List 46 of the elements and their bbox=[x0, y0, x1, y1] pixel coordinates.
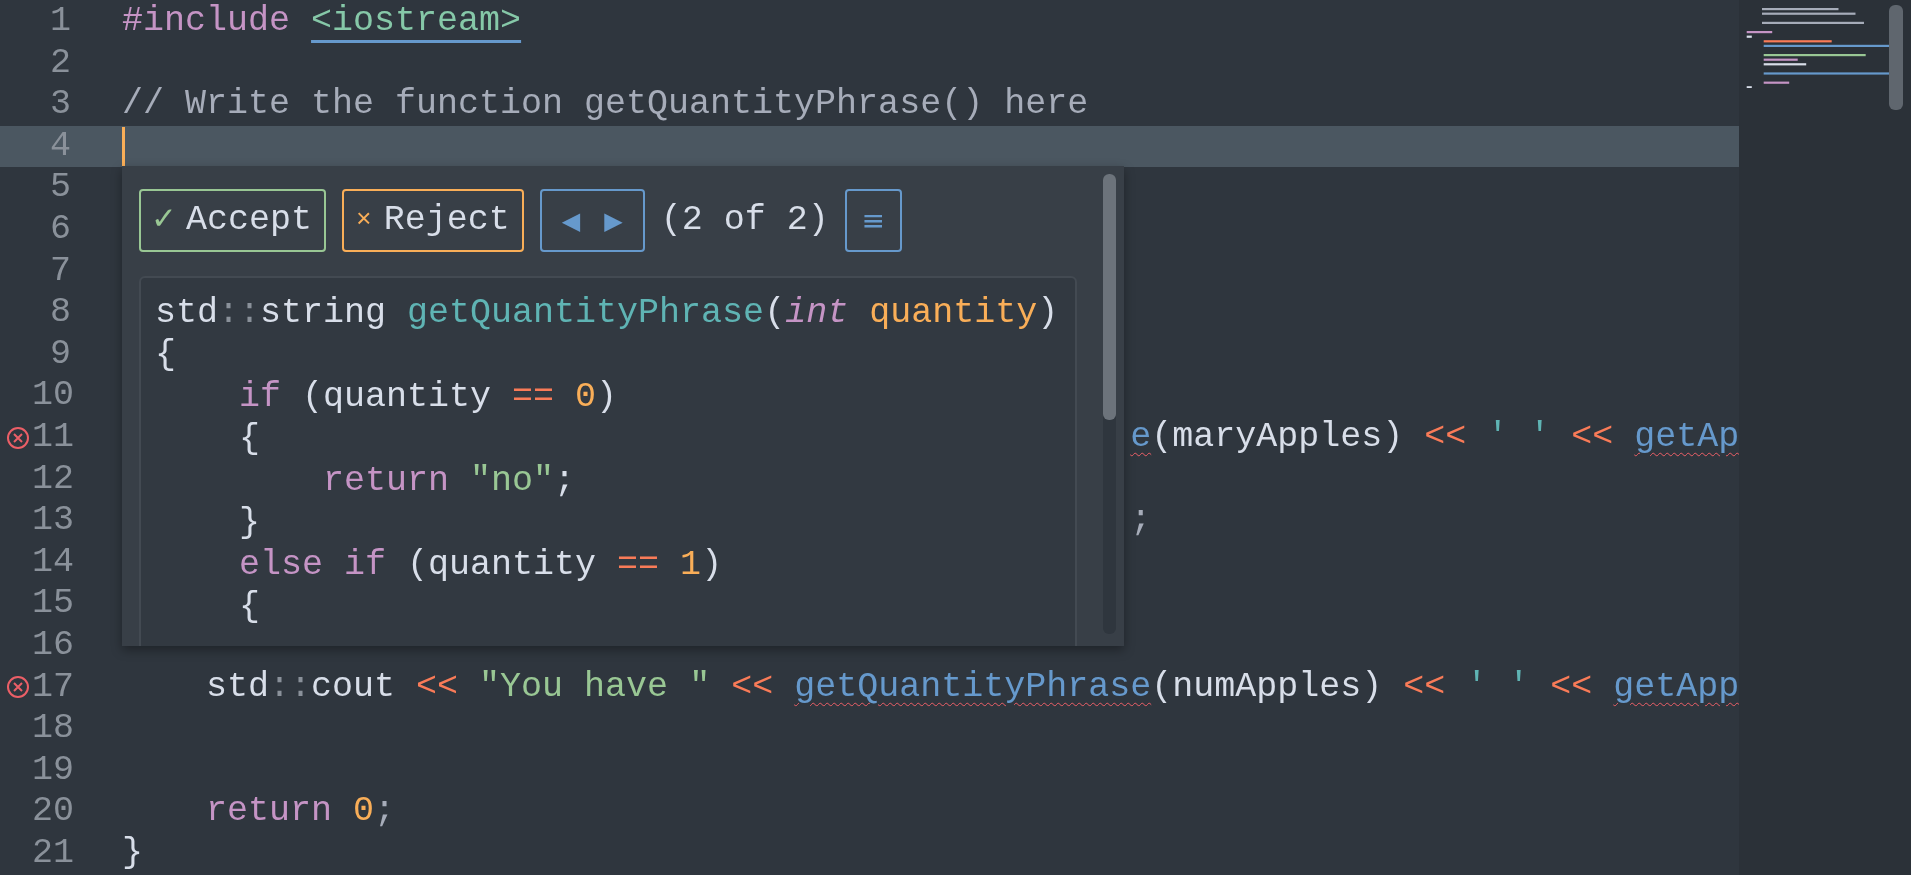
scrollbar-thumb[interactable] bbox=[1889, 5, 1903, 110]
line-number: 3 bbox=[49, 84, 71, 126]
code-line: else if (quantity == 1) bbox=[239, 544, 723, 586]
line-number: 21 bbox=[32, 832, 71, 875]
line-number: 5 bbox=[49, 167, 71, 209]
code-line: { bbox=[239, 418, 261, 460]
line-number: 6 bbox=[49, 208, 71, 251]
line-number: 11 bbox=[32, 416, 71, 459]
code-line: } bbox=[239, 502, 261, 544]
line-number: 9 bbox=[49, 333, 71, 376]
preprocessor-directive: #include bbox=[122, 1, 291, 43]
code-line: return 0; bbox=[206, 791, 396, 833]
code-line: // Write the function getQuantityPhrase() here bbox=[122, 84, 1089, 126]
code-line: { bbox=[155, 334, 176, 376]
next-button[interactable]: ▶ bbox=[594, 202, 633, 239]
suggestion-counter: (2 of 2) bbox=[660, 199, 829, 243]
menu-button[interactable]: ≡ bbox=[844, 189, 902, 252]
line-number: 2 bbox=[49, 42, 71, 85]
code-line: return "no"; bbox=[323, 460, 576, 502]
line-number: 4 bbox=[49, 125, 71, 168]
code-line: ; bbox=[1130, 500, 1152, 542]
code-line: std::string getQuantityPhrase(int quantity) bbox=[155, 292, 1059, 334]
code-line: e(maryApples) << ' ' << getAp bbox=[1130, 416, 1740, 459]
code-line: } bbox=[122, 832, 143, 875]
previous-button[interactable]: ◀ bbox=[551, 202, 591, 239]
include-link[interactable]: <iostream> bbox=[311, 1, 522, 43]
line-number: 14 bbox=[32, 541, 71, 584]
line-number: 8 bbox=[49, 292, 71, 334]
accept-button[interactable]: ✓ Accept bbox=[139, 189, 327, 252]
line-number: 18 bbox=[32, 708, 71, 750]
line-number: 17 bbox=[32, 666, 71, 709]
line-number: 15 bbox=[32, 583, 71, 625]
line-number: 13 bbox=[32, 500, 71, 542]
scrollbar-thumb[interactable] bbox=[1103, 174, 1116, 420]
line-number: 10 bbox=[32, 375, 71, 417]
code-line: { bbox=[239, 586, 261, 628]
line-number: 19 bbox=[32, 749, 71, 792]
code-line: std::cout << "You have " << getQuantityPhrase(numApples) << ' ' << getApp bbox=[206, 666, 1740, 709]
reject-button[interactable]: × Reject bbox=[342, 189, 524, 252]
text-cursor bbox=[122, 126, 125, 167]
line-number: 1 bbox=[49, 1, 71, 43]
line-number: 12 bbox=[32, 458, 71, 501]
line-number: 16 bbox=[32, 624, 71, 667]
code-line: if (quantity == 0) bbox=[239, 376, 618, 418]
line-number: 7 bbox=[49, 250, 71, 293]
line-number: 20 bbox=[32, 791, 71, 833]
